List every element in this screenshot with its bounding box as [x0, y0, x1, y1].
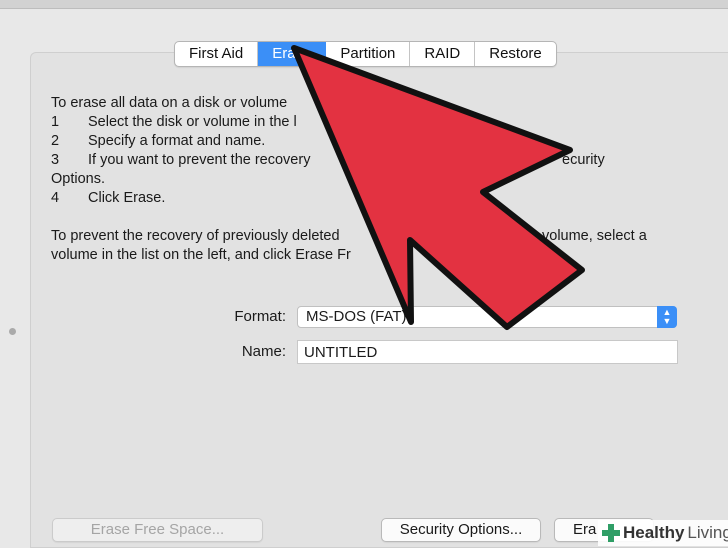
medical-cross-icon [602, 524, 620, 542]
step-number: 4 [51, 190, 60, 206]
instruction-step: 1 Select the disk or volume in the l [51, 113, 691, 132]
format-label: Format: [234, 308, 286, 325]
instruction-step: 2 Specify a format and name. [51, 132, 691, 151]
instruction-step: 4 Click Erase. [51, 189, 691, 208]
window-top-bar [0, 0, 728, 9]
tab-partition[interactable]: Partition [326, 42, 411, 66]
instructions-intro: To erase all data on a disk or volume [51, 95, 288, 111]
step-number: 3 [51, 152, 60, 168]
step-number: 1 [51, 114, 60, 130]
watermark-logo: Healthy Living [598, 520, 728, 546]
instruction-step: 3 If you want to prevent the recovery ec… [51, 151, 691, 170]
name-field[interactable] [297, 340, 678, 364]
step-text: Click Erase. [88, 190, 166, 206]
tab-raid[interactable]: RAID [410, 42, 476, 66]
sidebar-resize-handle[interactable] [9, 328, 16, 335]
watermark-brand-light: Living [687, 523, 728, 542]
erase-free-space-button[interactable]: Erase Free Space... [52, 518, 263, 542]
tab-bar: First Aid Erase Partition RAID Restore [174, 41, 557, 67]
step-text-tail: ecurity [562, 152, 605, 168]
tab-first-aid[interactable]: First Aid [175, 42, 259, 66]
secure-erase-line-end: volume, select a [542, 228, 647, 244]
step-number: 2 [51, 133, 60, 149]
secure-erase-line-start: To prevent the recovery of previously de… [51, 228, 340, 244]
security-options-button[interactable]: Security Options... [381, 518, 541, 542]
tab-erase[interactable]: Erase [258, 42, 327, 66]
secure-erase-line-2: volume in the list on the left, and clic… [51, 247, 351, 263]
step-text: If you want to prevent the recovery [88, 152, 311, 168]
step-text: Select the disk or volume in the l [88, 114, 297, 130]
step-continuation: Options. [51, 171, 105, 187]
tab-restore[interactable]: Restore [475, 42, 556, 66]
erase-instructions: To erase all data on a disk or volume 1 … [51, 94, 691, 265]
format-select[interactable]: MS-DOS (FAT) ▲ ▼ [297, 306, 677, 328]
name-label: Name: [241, 343, 286, 360]
select-arrows-icon[interactable]: ▲ ▼ [657, 306, 677, 328]
secure-erase-paragraph: To prevent the recovery of previously de… [51, 227, 691, 246]
watermark-brand-bold: Healthy [623, 523, 685, 542]
step-text: Specify a format and name. [88, 133, 266, 149]
format-select-value: MS-DOS (FAT) [306, 308, 407, 325]
